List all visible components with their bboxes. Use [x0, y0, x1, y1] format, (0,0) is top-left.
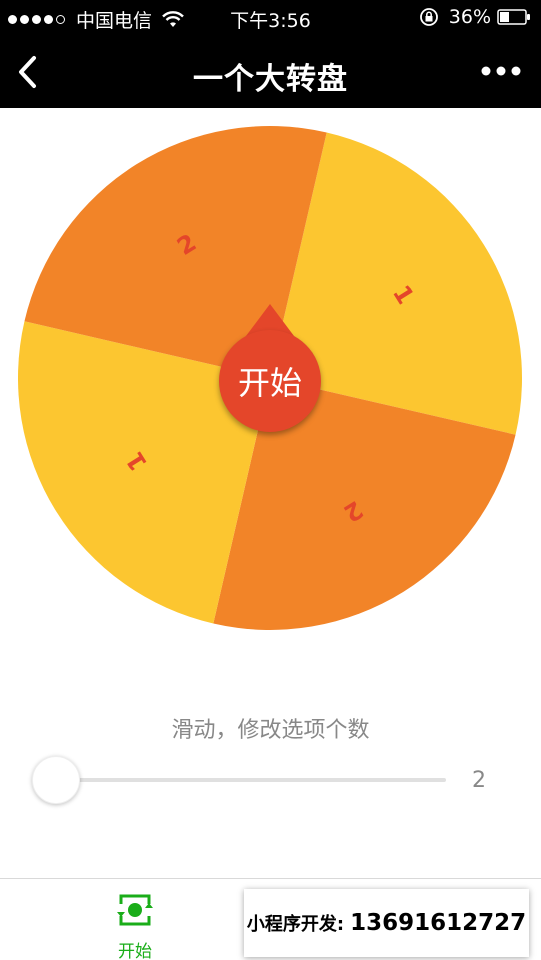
watermark-label: 小程序开发: — [246, 914, 345, 935]
slider-value: 2 — [472, 768, 486, 793]
tab-start-label: 开始 — [118, 942, 152, 960]
tab-start[interactable]: 开始 — [0, 879, 270, 960]
start-button-label: 开始 — [237, 364, 302, 402]
watermark-phone: 13691612727 — [350, 910, 527, 936]
nav-bar: 一个大转盘 — [0, 36, 541, 108]
slider-track[interactable] — [56, 778, 446, 782]
page: 中国电信 下午3:56 36% 一个大转盘 1 2 1 2 开始 滑动，修改选项… — [0, 0, 541, 960]
watermark-banner: 小程序开发: 13691612727 — [244, 889, 529, 957]
rotation-lock-icon — [419, 8, 438, 26]
status-bar: 中国电信 下午3:56 36% — [0, 0, 541, 36]
slider-thumb[interactable] — [32, 756, 80, 804]
status-right: 36% — [419, 6, 531, 28]
battery-percent: 36% — [448, 6, 491, 28]
more-dots-icon[interactable] — [481, 64, 521, 78]
battery-icon — [497, 9, 530, 25]
page-title: 一个大转盘 — [193, 62, 348, 97]
spin-refresh-icon — [117, 894, 153, 926]
slider-label: 滑动，修改选项个数 — [171, 718, 370, 743]
start-button[interactable]: 开始 — [219, 330, 321, 432]
